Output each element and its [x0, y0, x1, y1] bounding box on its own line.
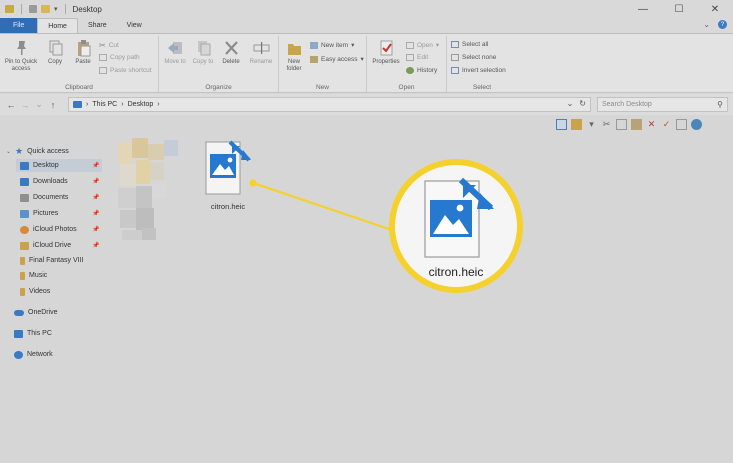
zoom-callout: citron.heic	[389, 159, 523, 293]
callout-file-name: citron.heic	[428, 265, 484, 279]
callout-connector	[249, 179, 393, 232]
heic-image-icon	[424, 177, 494, 258]
